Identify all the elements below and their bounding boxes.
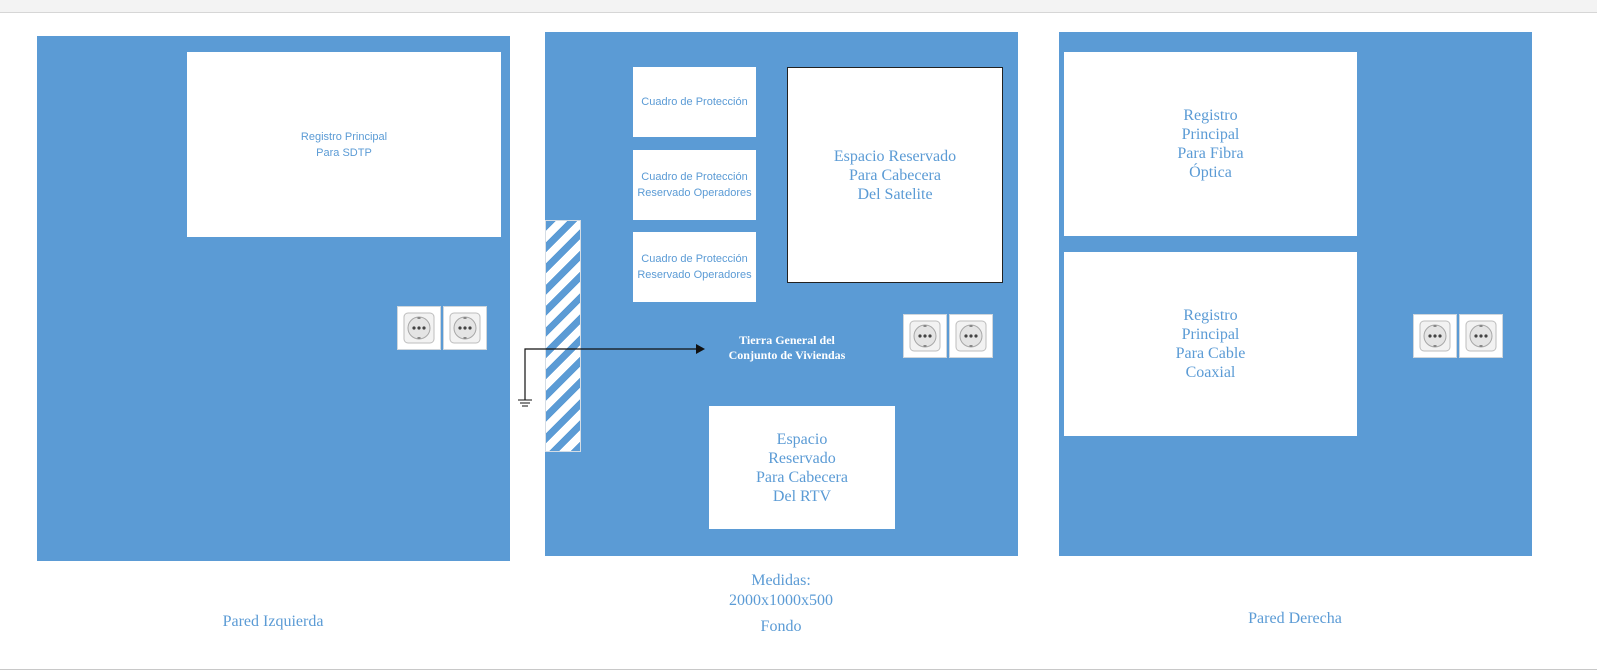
- arrow-right-icon: [696, 344, 705, 354]
- back-wall-caption: Fondo: [760, 618, 802, 635]
- bottom-divider: [0, 669, 1597, 670]
- left-wall-caption: Pared Izquierda: [222, 613, 324, 630]
- dimensions-label: Medidas: 2000x1000x500: [729, 572, 833, 609]
- right-wall-caption: Pared Derecha: [1248, 610, 1342, 627]
- ground-wire-line: [524, 348, 696, 400]
- earth-ground-icon: [518, 399, 532, 407]
